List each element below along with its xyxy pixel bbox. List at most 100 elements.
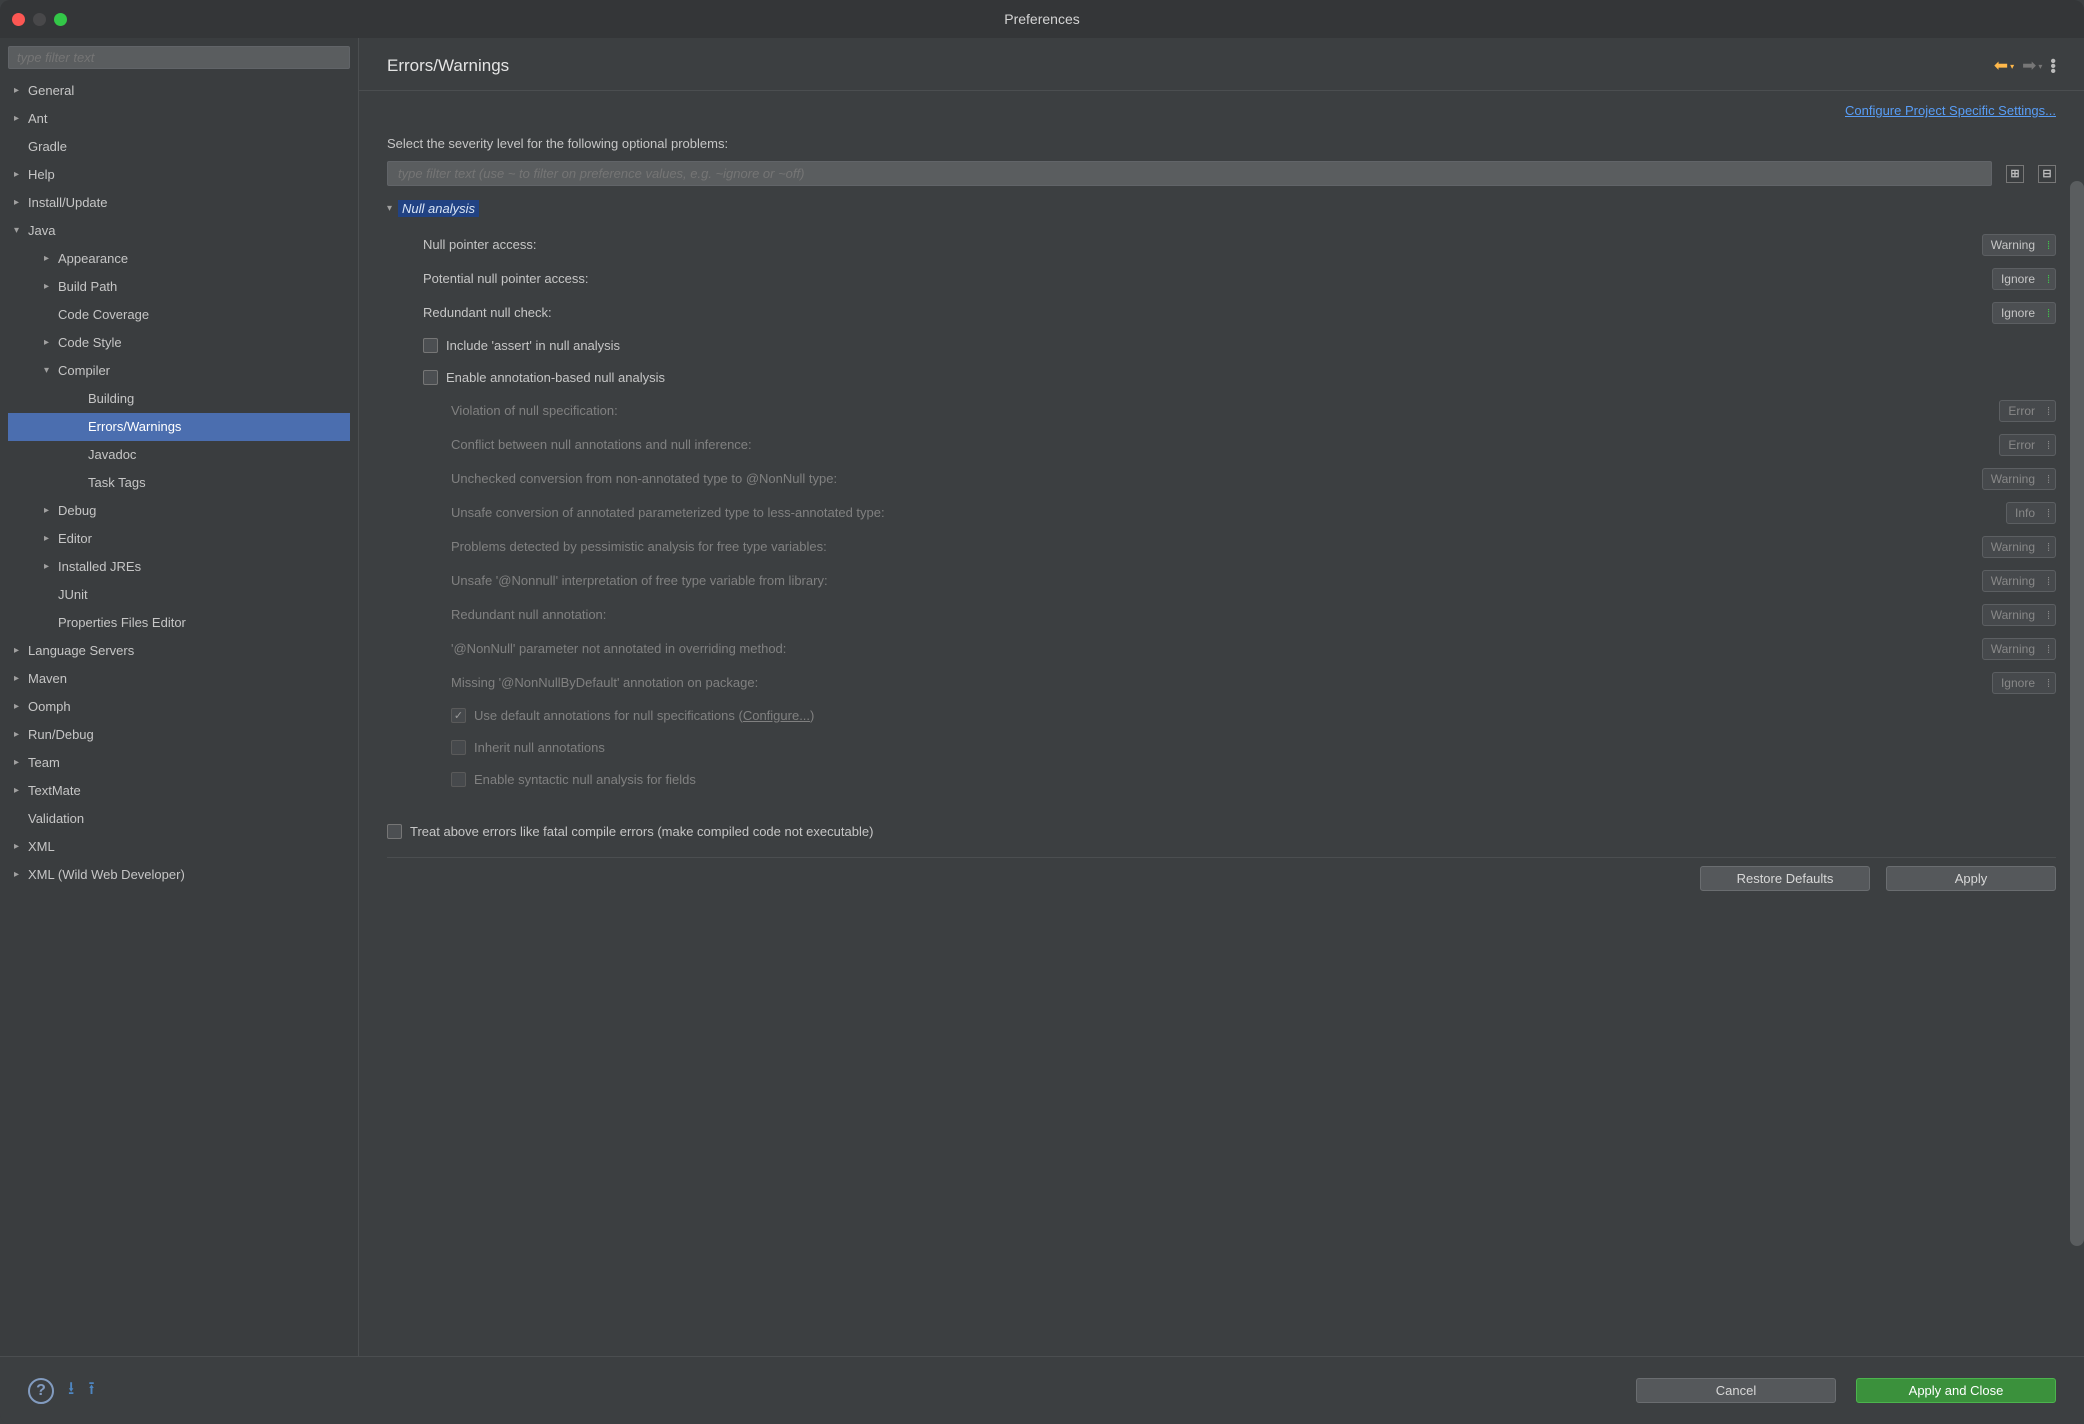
tree-item-label: Team <box>28 753 60 773</box>
tree-item-appearance[interactable]: ▸Appearance <box>8 245 350 273</box>
cancel-button[interactable]: Cancel <box>1636 1378 1836 1403</box>
tree-item-properties-files-editor[interactable]: Properties Files Editor <box>8 609 350 637</box>
tree-arrow-icon: ▸ <box>14 781 28 801</box>
treat-fatal-label: Treat above errors like fatal compile er… <box>410 824 873 839</box>
null-pointer-select[interactable]: Warning <box>1982 234 2056 256</box>
redundant-check-select[interactable]: Ignore <box>1992 302 2056 324</box>
violation-select: Error <box>1999 400 2056 422</box>
section-title: Null analysis <box>398 200 479 217</box>
tree-item-compiler[interactable]: ▾Compiler <box>8 357 350 385</box>
tree-item-label: Oomph <box>28 697 71 717</box>
tree-item-general[interactable]: ▸General <box>8 77 350 105</box>
scrollbar-thumb[interactable] <box>2070 181 2084 1246</box>
tree-item-label: Java <box>28 221 55 241</box>
apply-and-close-button[interactable]: Apply and Close <box>1856 1378 2056 1403</box>
tree-item-ant[interactable]: ▸Ant <box>8 105 350 133</box>
tree-item-label: Javadoc <box>88 445 136 465</box>
tree-arrow-icon: ▸ <box>14 753 28 773</box>
preferences-tree: ▸General▸Ant Gradle▸Help▸Install/Update▾… <box>8 77 350 889</box>
tree-item-help[interactable]: ▸Help <box>8 161 350 189</box>
tree-item-junit[interactable]: JUnit <box>8 581 350 609</box>
unsafe-conv-label: Unsafe conversion of annotated parameter… <box>451 505 885 520</box>
traffic-lights <box>12 13 67 26</box>
tree-item-label: Maven <box>28 669 67 689</box>
unchecked-label: Unchecked conversion from non-annotated … <box>451 471 837 486</box>
history-forward-button[interactable]: ➡▾ <box>2022 56 2042 76</box>
tree-item-javadoc[interactable]: Javadoc <box>8 441 350 469</box>
enable-annotation-checkbox[interactable] <box>423 370 438 385</box>
tree-item-debug[interactable]: ▸Debug <box>8 497 350 525</box>
tree-item-code-style[interactable]: ▸Code Style <box>8 329 350 357</box>
tree-item-label: Properties Files Editor <box>58 613 186 633</box>
import-icon[interactable]: ⭳ <box>68 1376 74 1406</box>
settings-filter-input[interactable] <box>387 161 1992 186</box>
close-window-button[interactable] <box>12 13 25 26</box>
scrollbar-track[interactable] <box>2070 181 2082 1246</box>
tree-item-building[interactable]: Building <box>8 385 350 413</box>
tree-item-label: Help <box>28 165 55 185</box>
treat-fatal-checkbox[interactable] <box>387 824 402 839</box>
tree-arrow-icon: ▸ <box>44 557 58 577</box>
syntactic-checkbox <box>451 772 466 787</box>
conflict-label: Conflict between null annotations and nu… <box>451 437 752 452</box>
configure-defaults-link: Configure... <box>743 708 810 723</box>
tree-item-task-tags[interactable]: Task Tags <box>8 469 350 497</box>
dialog-footer: ? ⭳ ⭱ Cancel Apply and Close <box>0 1356 2084 1424</box>
tree-arrow-icon: ▸ <box>14 109 28 129</box>
tree-item-oomph[interactable]: ▸Oomph <box>8 693 350 721</box>
tree-item-build-path[interactable]: ▸Build Path <box>8 273 350 301</box>
tree-item-textmate[interactable]: ▸TextMate <box>8 777 350 805</box>
tree-item-label: Language Servers <box>28 641 134 661</box>
apply-button[interactable]: Apply <box>1886 866 2056 891</box>
tree-item-run-debug[interactable]: ▸Run/Debug <box>8 721 350 749</box>
titlebar: Preferences <box>0 0 2084 38</box>
param-not-anno-label: '@NonNull' parameter not annotated in ov… <box>451 641 786 656</box>
tree-item-label: Code Style <box>58 333 122 353</box>
tree-arrow-icon: ▸ <box>14 81 28 101</box>
potential-null-select[interactable]: Ignore <box>1992 268 2056 290</box>
tree-arrow-icon: ▸ <box>14 837 28 857</box>
tree-item-validation[interactable]: Validation <box>8 805 350 833</box>
tree-item-label: General <box>28 81 74 101</box>
zoom-window-button[interactable] <box>54 13 67 26</box>
tree-item-maven[interactable]: ▸Maven <box>8 665 350 693</box>
tree-item-gradle[interactable]: Gradle <box>8 133 350 161</box>
tree-item-xml-wild-web-developer-[interactable]: ▸XML (Wild Web Developer) <box>8 861 350 889</box>
tree-arrow-icon: ▾ <box>14 221 28 241</box>
history-back-button[interactable]: ⬅▾ <box>1994 56 2014 76</box>
content-area: Configure Project Specific Settings... S… <box>359 91 2084 1356</box>
help-icon[interactable]: ? <box>28 1378 54 1404</box>
tree-item-installed-jres[interactable]: ▸Installed JREs <box>8 553 350 581</box>
restore-defaults-button[interactable]: Restore Defaults <box>1700 866 1870 891</box>
tree-item-label: Building <box>88 389 134 409</box>
tree-arrow-icon: ▸ <box>44 249 58 269</box>
tree-item-java[interactable]: ▾Java <box>8 217 350 245</box>
tree-item-errors-warnings[interactable]: Errors/Warnings <box>8 413 350 441</box>
tree-item-xml[interactable]: ▸XML <box>8 833 350 861</box>
tree-item-code-coverage[interactable]: Code Coverage <box>8 301 350 329</box>
tree-arrow-icon: ▸ <box>44 529 58 549</box>
configure-project-link[interactable]: Configure Project Specific Settings... <box>1845 103 2056 118</box>
collapse-all-icon[interactable]: ⊟ <box>2038 165 2056 183</box>
tree-arrow-icon: ▸ <box>14 641 28 661</box>
tree-item-label: TextMate <box>28 781 81 801</box>
violation-label: Violation of null specification: <box>451 403 618 418</box>
sidebar-filter-input[interactable] <box>8 46 350 69</box>
include-assert-checkbox[interactable] <box>423 338 438 353</box>
tree-arrow-icon: ▸ <box>14 669 28 689</box>
tree-item-editor[interactable]: ▸Editor <box>8 525 350 553</box>
tree-item-team[interactable]: ▸Team <box>8 749 350 777</box>
tree-item-label: Errors/Warnings <box>88 417 181 437</box>
minimize-window-button[interactable] <box>33 13 46 26</box>
expand-all-icon[interactable]: ⊞ <box>2006 165 2024 183</box>
section-header[interactable]: ▾ Null analysis <box>387 200 2056 217</box>
tree-item-install-update[interactable]: ▸Install/Update <box>8 189 350 217</box>
tree-item-language-servers[interactable]: ▸Language Servers <box>8 637 350 665</box>
sidebar: ▸General▸Ant Gradle▸Help▸Install/Update▾… <box>0 38 358 1356</box>
export-icon[interactable]: ⭱ <box>88 1376 94 1406</box>
redundant-check-label: Redundant null check: <box>423 305 552 320</box>
tree-item-label: XML <box>28 837 55 857</box>
page-menu-button[interactable]: ••• <box>2050 59 2056 74</box>
conflict-select: Error <box>1999 434 2056 456</box>
pessimistic-select: Warning <box>1982 536 2056 558</box>
